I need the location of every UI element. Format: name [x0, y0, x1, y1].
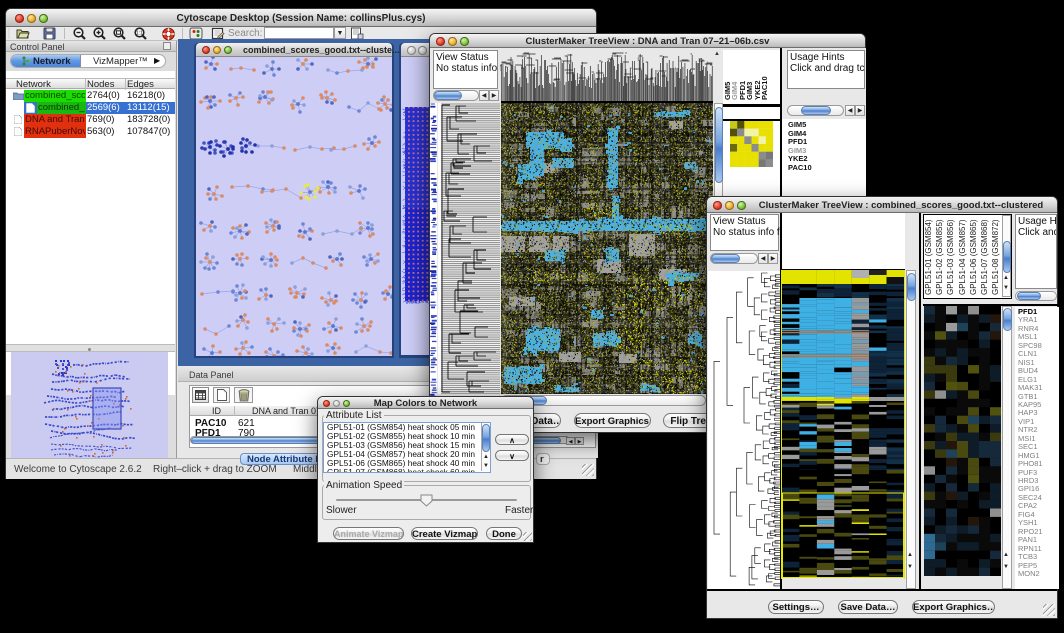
svg-text:1:1: 1:1	[136, 31, 143, 37]
